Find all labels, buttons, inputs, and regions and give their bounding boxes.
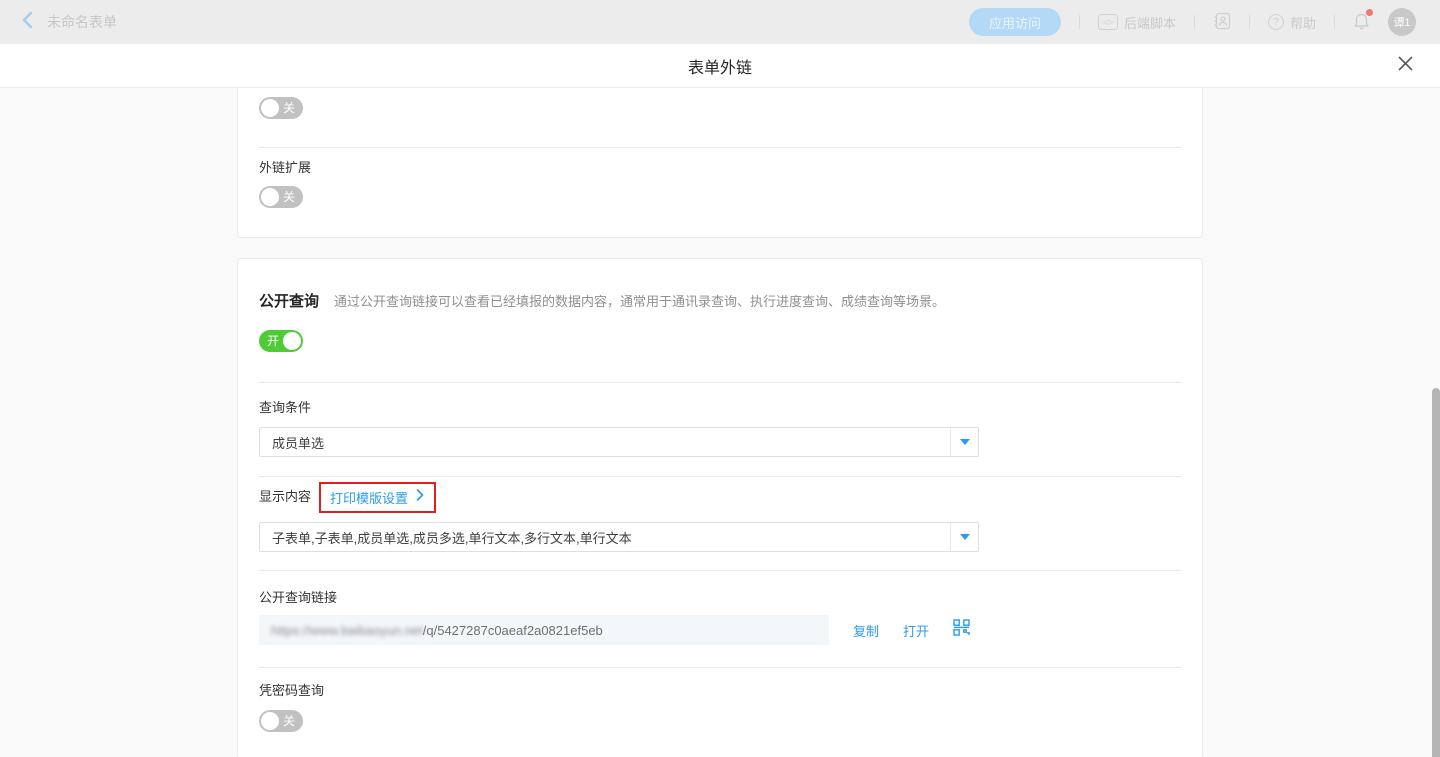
backend-script-label: 后端脚本 [1124, 13, 1176, 32]
open-link-button[interactable]: 打开 [903, 621, 929, 640]
topbar: 未命名表单 应用访问 </> 后端脚本 ? 帮助 [0, 0, 1440, 44]
select-arrow-zone[interactable] [950, 523, 978, 551]
query-condition-label: 查询条件 [259, 399, 1181, 417]
toggle-knob [261, 188, 279, 206]
app-access-button[interactable]: 应用访问 [969, 8, 1061, 36]
select-value: 子表单,子表单,成员单选,成员多选,单行文本,多行文本,单行文本 [260, 523, 950, 551]
modal-body: 关 外链扩展 关 公开查询 通过公开查询链接可以查看已经填报的数据内容，通常用于… [0, 88, 1440, 757]
url-path: /q/5427287c0aeaf2a0821ef5eb [423, 623, 603, 638]
link-extension-toggle[interactable]: 关 [259, 186, 303, 208]
topbar-separator [1194, 15, 1195, 29]
divider [259, 382, 1181, 383]
print-template-settings-link[interactable]: 打印模版设置 [330, 488, 408, 507]
toggle-label: 开 [267, 335, 279, 347]
select-value: 成员单选 [260, 428, 950, 456]
code-icon: </> [1098, 14, 1118, 30]
topbar-separator [1249, 15, 1250, 29]
public-query-toggle[interactable]: 开 [259, 330, 303, 352]
toggle-knob [283, 332, 301, 350]
clipped-toggle[interactable]: 关 [259, 97, 303, 119]
password-query-toggle[interactable]: 关 [259, 710, 303, 732]
toggle-knob [261, 99, 279, 117]
topbar-separator [1079, 15, 1080, 29]
backend-script-button[interactable]: </> 后端脚本 [1098, 13, 1176, 32]
close-button[interactable] [1397, 55, 1414, 77]
modal-title: 表单外链 [688, 54, 752, 78]
caret-down-icon [960, 439, 970, 445]
public-query-card: 公开查询 通过公开查询链接可以查看已经填报的数据内容，通常用于通讯录查询、执行进… [237, 258, 1203, 757]
print-template-link-annotation[interactable]: 打印模版设置 [319, 482, 436, 513]
close-icon [1397, 55, 1414, 77]
toggle-label: 关 [283, 191, 295, 203]
notification-badge-dot [1366, 9, 1373, 16]
toggle-knob [261, 712, 279, 730]
qr-code-icon [953, 619, 970, 641]
bell-icon [1353, 16, 1370, 33]
query-condition-select[interactable]: 成员单选 [259, 427, 979, 457]
help-label: 帮助 [1290, 13, 1316, 32]
copy-link-button[interactable]: 复制 [853, 621, 879, 640]
form-title: 未命名表单 [47, 12, 117, 32]
display-content-select[interactable]: 子表单,子表单,成员单选,成员多选,单行文本,多行文本,单行文本 [259, 522, 979, 552]
help-button[interactable]: ? 帮助 [1268, 13, 1316, 32]
public-query-description: 通过公开查询链接可以查看已经填报的数据内容，通常用于通讯录查询、执行进度查询、成… [334, 291, 945, 310]
public-query-url: https://www.baibaoyun.net/q/5427287c0aea… [259, 615, 829, 645]
divider [259, 476, 1181, 477]
toggle-label: 关 [283, 102, 295, 114]
back-button[interactable] [22, 11, 33, 34]
caret-down-icon [960, 534, 970, 540]
qr-code-button[interactable] [953, 619, 970, 641]
toggle-label: 关 [283, 715, 295, 727]
modal-header: 表单外链 [0, 44, 1440, 88]
link-extension-card: 关 外链扩展 关 [237, 88, 1203, 238]
divider [259, 147, 1181, 148]
topbar-separator [1334, 15, 1335, 29]
password-query-label: 凭密码查询 [259, 682, 1181, 700]
address-book-icon [1213, 12, 1231, 33]
link-extension-label: 外链扩展 [259, 159, 1181, 177]
question-circle-icon: ? [1268, 14, 1284, 30]
display-content-label: 显示内容 [259, 488, 311, 506]
chevron-right-icon [416, 488, 424, 506]
chevron-left-icon [22, 11, 33, 34]
select-arrow-zone[interactable] [950, 428, 978, 456]
divider [259, 667, 1181, 668]
public-query-title: 公开查询 [259, 293, 319, 311]
address-book-button[interactable] [1213, 12, 1231, 33]
notifications-button[interactable] [1353, 11, 1370, 34]
public-query-link-label: 公开查询链接 [259, 589, 1181, 607]
scrollbar-thumb[interactable] [1432, 388, 1440, 757]
avatar[interactable]: 谭1 [1388, 8, 1416, 36]
divider [259, 570, 1181, 571]
url-masked-prefix: https://www.baibaoyun.net [271, 623, 423, 638]
